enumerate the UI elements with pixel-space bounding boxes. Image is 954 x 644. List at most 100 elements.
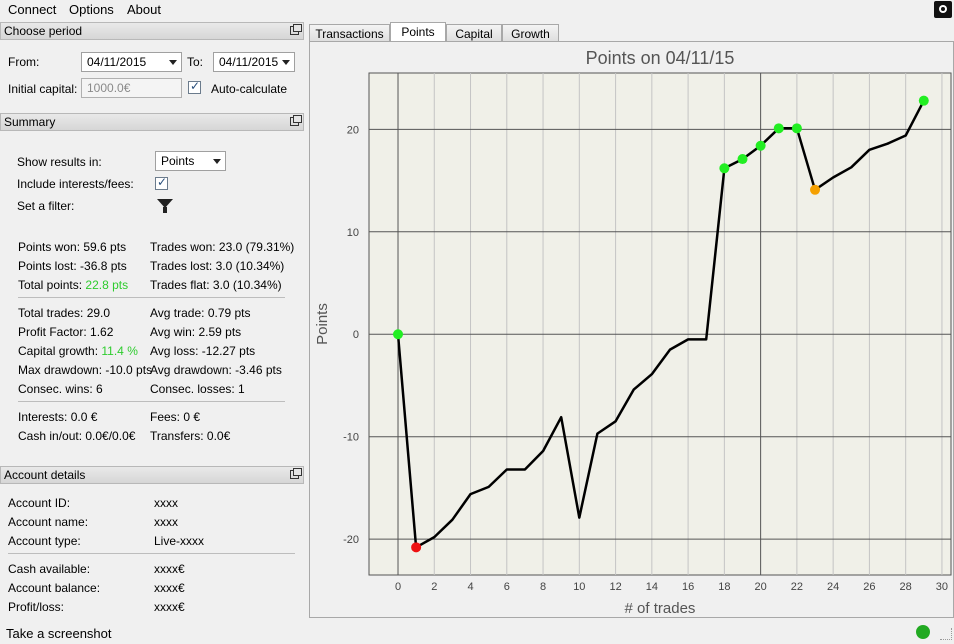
chevron-down-icon xyxy=(169,60,177,65)
status-bar: Take a screenshot xyxy=(0,622,954,644)
x-tick-label: 14 xyxy=(646,581,658,593)
to-label: To: xyxy=(187,55,204,69)
auto-calculate-label: Auto-calculate xyxy=(211,82,288,96)
left-panel: Choose period From: 04/11/2015 To: 04/11… xyxy=(0,22,304,618)
summary-title: Summary xyxy=(4,115,56,129)
x-tick-label: 30 xyxy=(936,581,948,593)
data-point-marker xyxy=(393,329,404,340)
data-point-marker xyxy=(411,542,422,553)
x-tick-label: 24 xyxy=(827,581,839,593)
camera-icon[interactable] xyxy=(934,1,952,18)
filter-label: Set a filter: xyxy=(17,199,75,213)
from-date-value: 04/11/2015 xyxy=(87,55,147,69)
show-results-select[interactable]: Points xyxy=(155,151,226,171)
avg-trade: Avg trade: 0.79 pts xyxy=(150,306,251,320)
account-balance-value: xxxx€ xyxy=(154,581,185,595)
initial-capital-input[interactable]: 1000.0€ xyxy=(81,78,182,98)
x-tick-label: 0 xyxy=(395,581,401,593)
auto-calculate-checkbox[interactable] xyxy=(188,79,201,94)
chart-pane: 0 2 4 6 8 10 12 14 16 18 20 22 24 26 28 30 -20 -10 0 10 20 Po… xyxy=(309,41,954,618)
points-lost: Points lost: -36.8 pts xyxy=(18,259,127,273)
x-tick-label: 22 xyxy=(791,581,803,593)
data-point-marker xyxy=(719,163,730,174)
capital-growth-label: Capital growth: xyxy=(18,344,99,358)
divider xyxy=(18,401,285,402)
account-id-value: xxxx xyxy=(154,496,178,510)
account-details-header: Account details xyxy=(0,466,304,484)
profit-loss-value: xxxx€ xyxy=(154,600,185,614)
interests: Interests: 0.0 € xyxy=(18,410,98,424)
from-label: From: xyxy=(8,55,40,69)
consec-losses: Consec. losses: 1 xyxy=(150,382,245,396)
menu-connect[interactable]: Connect xyxy=(8,2,56,17)
undock-icon[interactable] xyxy=(290,24,302,35)
x-tick-label: 18 xyxy=(718,581,730,593)
y-tick-label: 20 xyxy=(347,124,359,136)
from-date-picker[interactable]: 04/11/2015 xyxy=(81,52,182,72)
trades-won: Trades won: 23.0 (79.31%) xyxy=(150,240,295,254)
account-type-value: Live-xxxx xyxy=(154,534,205,548)
y-tick-label: -10 xyxy=(343,432,359,444)
trades-flat: Trades flat: 3.0 (10.34%) xyxy=(150,278,282,292)
y-tick-label: 10 xyxy=(347,227,359,239)
x-tick-label: 4 xyxy=(467,581,473,593)
summary-header: Summary xyxy=(0,113,304,131)
data-point-marker xyxy=(737,154,748,165)
status-text: Take a screenshot xyxy=(6,626,112,641)
to-date-value: 04/11/2015 xyxy=(219,55,279,69)
cash-in-out: Cash in/out: 0.0€/0.0€ xyxy=(18,429,136,443)
trades-lost: Trades lost: 3.0 (10.34%) xyxy=(150,259,285,273)
data-point-marker xyxy=(791,123,802,134)
account-id-label: Account ID: xyxy=(8,496,71,510)
x-tick-label: 2 xyxy=(431,581,437,593)
data-point-marker xyxy=(810,184,821,195)
x-tick-label: 20 xyxy=(755,581,767,593)
menu-bar: Connect Options About xyxy=(0,0,954,20)
account-name-value: xxxx xyxy=(154,515,178,529)
divider xyxy=(18,297,285,298)
chart-title: Points on 04/11/15 xyxy=(586,48,735,68)
include-fees-checkbox[interactable] xyxy=(155,175,168,190)
cash-available-value: xxxx€ xyxy=(154,562,185,576)
total-trades: Total trades: 29.0 xyxy=(18,306,111,320)
account-type-label: Account type: xyxy=(8,534,81,548)
undock-icon[interactable] xyxy=(290,115,302,126)
to-date-picker[interactable]: 04/11/2015 xyxy=(213,52,295,72)
avg-win: Avg win: 2.59 pts xyxy=(150,325,242,339)
divider xyxy=(8,553,295,554)
profit-loss-label: Profit/loss: xyxy=(8,600,65,614)
transfers: Transfers: 0.0€ xyxy=(150,429,231,443)
total-points-value: 22.8 pts xyxy=(85,278,129,292)
menu-options[interactable]: Options xyxy=(69,2,114,17)
x-tick-label: 12 xyxy=(609,581,621,593)
capital-growth-value: 11.4 % xyxy=(101,344,138,358)
points-chart: 0 2 4 6 8 10 12 14 16 18 20 22 24 26 28 30-20-1001020Po… xyxy=(314,48,952,617)
cash-available-label: Cash available: xyxy=(8,562,91,576)
data-point-marker xyxy=(755,140,766,151)
include-fees-label: Include interests/fees: xyxy=(17,177,134,191)
x-tick-label: 6 xyxy=(504,581,510,593)
total-points: Total points: 22.8 pts xyxy=(18,278,128,292)
y-axis-label: Points xyxy=(314,303,331,345)
max-drawdown: Max drawdown: -10.0 pts xyxy=(18,363,153,377)
filter-icon[interactable] xyxy=(157,199,173,213)
menu-about[interactable]: About xyxy=(127,2,161,17)
tab-points[interactable]: Points xyxy=(390,22,446,43)
resize-grip-icon[interactable] xyxy=(940,628,952,640)
undock-icon[interactable] xyxy=(290,468,302,479)
total-points-label: Total points: xyxy=(18,278,83,292)
x-tick-label: 26 xyxy=(863,581,875,593)
x-tick-label: 10 xyxy=(573,581,585,593)
consec-wins: Consec. wins: 6 xyxy=(18,382,103,396)
x-tick-label: 16 xyxy=(682,581,694,593)
account-details-title: Account details xyxy=(4,468,86,482)
data-point-marker xyxy=(773,123,784,134)
x-axis-label: # of trades xyxy=(625,600,696,617)
profit-factor: Profit Factor: 1.62 xyxy=(18,325,114,339)
y-tick-label: 0 xyxy=(353,329,359,341)
choose-period-title: Choose period xyxy=(4,24,83,38)
x-tick-label: 28 xyxy=(900,581,912,593)
capital-growth: Capital growth: 11.4 % xyxy=(18,344,138,358)
account-name-label: Account name: xyxy=(8,515,89,529)
plot-area xyxy=(368,72,952,576)
